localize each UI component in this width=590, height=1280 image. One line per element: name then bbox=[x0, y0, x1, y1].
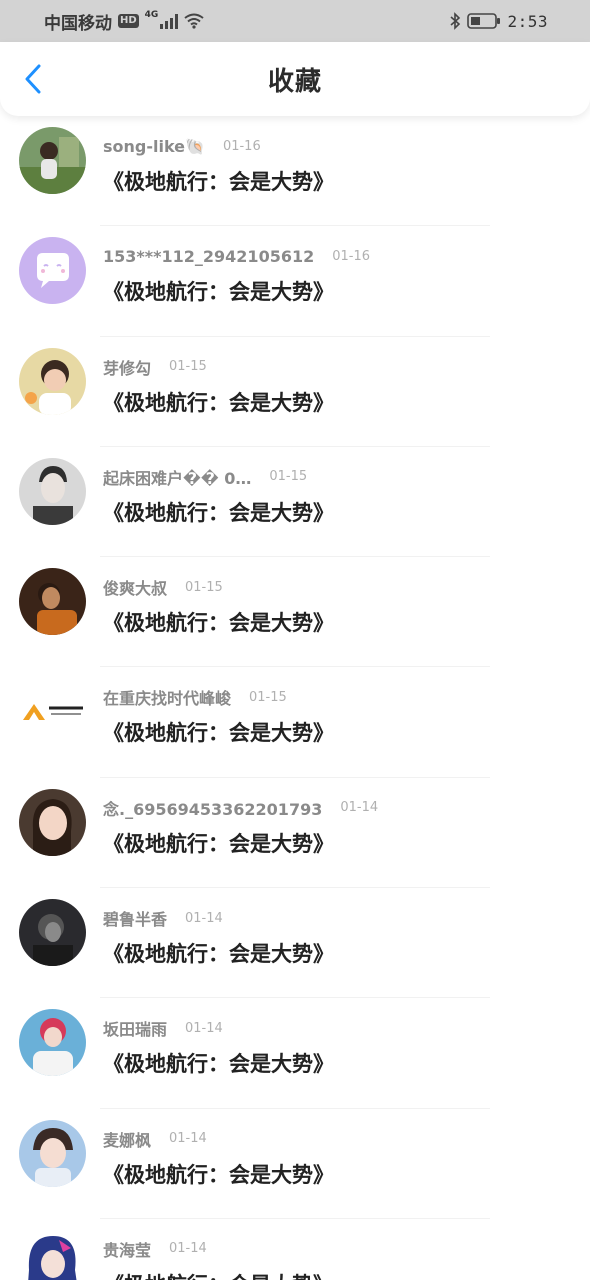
item-meta: 麦娜枫 01-14 bbox=[103, 1127, 207, 1151]
date-label: 01-14 bbox=[169, 1241, 207, 1257]
favorite-title[interactable]: 《极地航行：会是大势》 bbox=[103, 166, 334, 196]
signal-icon bbox=[160, 13, 179, 29]
username[interactable]: 起床困难户�� 0… bbox=[103, 465, 251, 489]
avatar[interactable] bbox=[19, 568, 86, 636]
list-item[interactable]: 坂田瑞雨 01-14 《极地航行：会是大势》 bbox=[0, 998, 590, 1109]
avatar[interactable] bbox=[19, 237, 86, 305]
item-meta: 坂田瑞雨 01-14 bbox=[103, 1016, 223, 1040]
avatar[interactable] bbox=[19, 1229, 86, 1280]
username[interactable]: 芽修勾 bbox=[103, 355, 151, 379]
list-item[interactable]: 芽修勾 01-15 《极地航行：会是大势》 bbox=[0, 337, 590, 447]
username[interactable]: 俊爽大叔 bbox=[103, 575, 167, 599]
favorite-title[interactable]: 《极地航行：会是大势》 bbox=[103, 1269, 334, 1280]
list-item[interactable]: 在重庆找时代峰峻 01-15 《极地航行：会是大势》 bbox=[0, 667, 590, 778]
favorite-title[interactable]: 《极地航行：会是大势》 bbox=[103, 497, 334, 527]
date-label: 01-15 bbox=[169, 359, 207, 375]
username[interactable]: 坂田瑞雨 bbox=[103, 1016, 167, 1040]
list-item[interactable]: 俊爽大叔 01-15 《极地航行：会是大势》 bbox=[0, 557, 590, 668]
avatar[interactable] bbox=[19, 457, 86, 525]
back-button[interactable] bbox=[18, 62, 48, 96]
carrier-label: 中国移动 bbox=[44, 13, 112, 34]
favorite-title[interactable]: 《极地航行：会是大势》 bbox=[103, 828, 334, 858]
username[interactable]: 153***112_2942105612 bbox=[103, 247, 314, 266]
favorite-title[interactable]: 《极地航行：会是大势》 bbox=[103, 1048, 334, 1078]
list-item[interactable]: song-like🐚 01-16 《极地航行：会是大势》 bbox=[0, 116, 590, 227]
status-bar-left: 中国移动 HD 4G bbox=[44, 9, 204, 34]
date-label: 01-16 bbox=[222, 138, 261, 154]
item-meta: 俊爽大叔 01-15 bbox=[103, 575, 223, 599]
list-item[interactable]: 碧鲁半香 01-14 《极地航行：会是大势》 bbox=[0, 888, 590, 999]
avatar[interactable] bbox=[19, 1119, 86, 1187]
avatar[interactable] bbox=[19, 899, 86, 967]
battery-icon bbox=[467, 12, 501, 30]
favorite-title[interactable]: 《极地航行：会是大势》 bbox=[103, 938, 334, 968]
list-item[interactable]: 153***112_2942105612 01-16 《极地航行：会是大势》 bbox=[0, 226, 590, 337]
chevron-left-icon bbox=[25, 64, 41, 94]
item-meta: 芽修勾 01-15 bbox=[103, 355, 207, 379]
item-meta: 碧鲁半香 01-14 bbox=[103, 906, 223, 930]
list-item[interactable]: 贵海莹 01-14 《极地航行：会是大势》 bbox=[0, 1219, 590, 1280]
page-header: 收藏 bbox=[0, 42, 590, 116]
favorites-list: song-like🐚 01-16 《极地航行：会是大势》 153***112_2… bbox=[0, 116, 590, 1280]
avatar[interactable] bbox=[19, 127, 86, 194]
date-label: 01-15 bbox=[249, 689, 287, 705]
avatar[interactable] bbox=[19, 788, 86, 856]
username[interactable]: 贵海莹 bbox=[103, 1237, 151, 1261]
list-item[interactable]: 念._69569453362201793 01-14 《极地航行：会是大势》 bbox=[0, 778, 590, 889]
username[interactable]: 念._69569453362201793 bbox=[103, 796, 322, 820]
date-label: 01-14 bbox=[185, 910, 223, 926]
bluetooth-icon bbox=[449, 12, 461, 30]
clock: 2:53 bbox=[507, 11, 548, 31]
username[interactable]: 碧鲁半香 bbox=[103, 906, 167, 930]
item-meta: song-like🐚 01-16 bbox=[103, 136, 261, 156]
list-item[interactable]: 麦娜枫 01-14 《极地航行：会是大势》 bbox=[0, 1109, 590, 1219]
wifi-icon bbox=[184, 13, 204, 29]
date-label: 01-16 bbox=[332, 248, 371, 264]
avatar[interactable] bbox=[19, 678, 86, 746]
favorite-title[interactable]: 《极地航行：会是大势》 bbox=[103, 276, 334, 306]
date-label: 01-14 bbox=[340, 800, 379, 816]
username[interactable]: 麦娜枫 bbox=[103, 1127, 151, 1151]
status-bar-right: 2:53 bbox=[449, 12, 548, 31]
username[interactable]: 在重庆找时代峰峻 bbox=[103, 685, 231, 709]
date-label: 01-15 bbox=[185, 579, 223, 595]
favorite-title[interactable]: 《极地航行：会是大势》 bbox=[103, 607, 334, 637]
avatar[interactable] bbox=[19, 347, 86, 415]
hd-badge: HD bbox=[118, 14, 139, 28]
avatar[interactable] bbox=[19, 1009, 86, 1077]
item-meta: 起床困难户�� 0… 01-15 bbox=[103, 465, 308, 489]
date-label: 01-14 bbox=[185, 1020, 223, 1036]
list-item[interactable]: 起床困难户�� 0… 01-15 《极地航行：会是大势》 bbox=[0, 447, 590, 558]
network-type-label: 4G bbox=[144, 10, 159, 20]
status-bar: 中国移动 HD 4G 2:53 bbox=[0, 0, 590, 42]
favorite-title[interactable]: 《极地航行：会是大势》 bbox=[103, 717, 334, 747]
favorite-title[interactable]: 《极地航行：会是大势》 bbox=[103, 1159, 334, 1189]
item-meta: 在重庆找时代峰峻 01-15 bbox=[103, 685, 287, 709]
username[interactable]: song-like🐚 bbox=[103, 137, 205, 156]
item-meta: 153***112_2942105612 01-16 bbox=[103, 246, 370, 266]
item-meta: 贵海莹 01-14 bbox=[103, 1237, 207, 1261]
favorite-title[interactable]: 《极地航行：会是大势》 bbox=[103, 387, 334, 417]
date-label: 01-14 bbox=[169, 1131, 207, 1147]
item-meta: 念._69569453362201793 01-14 bbox=[103, 796, 379, 820]
date-label: 01-15 bbox=[269, 469, 308, 485]
page-title: 收藏 bbox=[267, 66, 322, 97]
